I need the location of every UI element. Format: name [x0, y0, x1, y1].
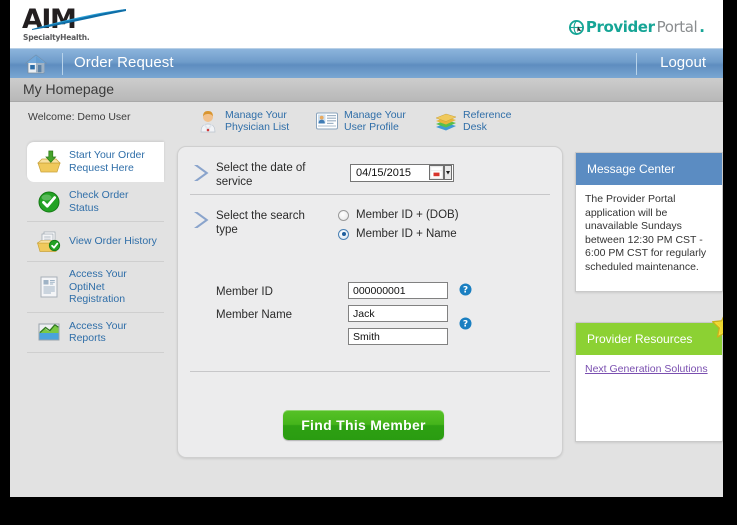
aim-logo-tagline: SpecialtyHealth.	[23, 33, 90, 42]
member-search-form: Select the date of service 04/15/2015 Se…	[177, 146, 563, 458]
breadcrumb-bar: My Homepage	[10, 78, 723, 102]
date-of-service-label: Select the date of service	[216, 161, 336, 189]
star-icon	[710, 311, 723, 341]
reference-desk-icon	[434, 109, 458, 133]
help-icon[interactable]: ?	[459, 317, 472, 330]
sidebar-item-label: View Order History	[69, 235, 157, 248]
provider-resources-panel: Provider Resources Next Generation Solut…	[575, 322, 723, 442]
member-name-label: Member Name	[216, 308, 292, 322]
provider-portal-provider-text: Provider	[586, 18, 655, 36]
sidebar-item-start-order-request[interactable]: Start Your Order Request Here	[27, 142, 164, 182]
sidebar-item-optinet-registration[interactable]: Access Your OptiNet Registration	[27, 262, 164, 313]
globe-icon	[569, 20, 584, 35]
aim-swoosh-icon	[30, 8, 130, 32]
sidebar-item-label: Access Your OptiNet Registration	[69, 268, 157, 306]
provider-portal-period: .	[699, 18, 705, 36]
nav-divider-left	[62, 53, 63, 75]
quick-link-label: Reference Desk	[463, 109, 511, 133]
chevron-right-icon	[192, 163, 210, 183]
provider-resources-body: Next Generation Solutions	[576, 355, 722, 386]
message-center-title: Message Center	[576, 153, 722, 185]
provider-portal-logo: ProviderPortal.	[569, 17, 705, 37]
provider-resources-title: Provider Resources	[576, 323, 722, 355]
logo-bar: AIM SpecialtyHealth. ProviderPortal.	[10, 0, 723, 48]
help-icon[interactable]: ?	[459, 283, 472, 296]
welcome-strip: Welcome: Demo User Manage Your Physician…	[10, 103, 723, 140]
physician-icon	[196, 109, 220, 133]
welcome-message: Welcome: Demo User	[28, 111, 131, 123]
message-center-body: The Provider Portal application will be …	[576, 185, 722, 283]
reports-icon	[36, 320, 62, 344]
date-of-service-field[interactable]: 04/15/2015	[350, 164, 454, 182]
nav-divider-right	[636, 53, 637, 75]
form-divider-1	[190, 194, 550, 195]
sidebar-navigation: Start Your Order Request Here Check Orde…	[27, 142, 164, 353]
member-id-input[interactable]	[348, 282, 448, 299]
radio-label: Member ID + (DOB)	[356, 209, 459, 221]
form-divider-2	[190, 371, 550, 372]
calendar-dropdown-icon[interactable]	[429, 165, 452, 181]
breadcrumb: My Homepage	[23, 81, 114, 97]
quick-link-label: Manage Your Physician List	[225, 109, 289, 133]
order-request-icon	[36, 150, 62, 174]
sidebar-item-view-order-history[interactable]: View Order History	[27, 222, 164, 262]
radio-button[interactable]	[338, 229, 349, 240]
sidebar-item-access-reports[interactable]: Access Your Reports	[27, 313, 164, 353]
radio-button[interactable]	[338, 210, 349, 221]
quick-link-label: Manage Your User Profile	[344, 109, 406, 133]
message-center-panel: Message Center The Provider Portal appli…	[575, 152, 723, 292]
quick-link-manage-user-profile[interactable]: Manage Your User Profile	[315, 106, 406, 136]
page-title: Order Request	[74, 54, 174, 71]
sidebar-item-label: Check Order Status	[69, 189, 157, 214]
svg-text:?: ?	[463, 320, 468, 330]
sidebar-item-label: Access Your Reports	[69, 320, 157, 345]
main-navigation-bar: Order Request Logout	[10, 48, 723, 78]
sidebar-item-label: Start Your Order Request Here	[69, 149, 157, 174]
member-last-name-input[interactable]	[348, 328, 448, 345]
radio-member-id-dob[interactable]: Member ID + (DOB)	[338, 209, 459, 221]
home-icon[interactable]	[24, 53, 48, 75]
svg-text:?: ?	[463, 286, 468, 296]
aim-specialty-health-logo: AIM SpecialtyHealth.	[22, 6, 132, 44]
optinet-icon	[36, 275, 62, 299]
date-of-service-value: 04/15/2015	[351, 167, 429, 179]
order-history-icon	[36, 230, 62, 254]
radio-label: Member ID + Name	[356, 228, 457, 240]
chevron-right-icon	[192, 210, 210, 230]
page-frame: AIM SpecialtyHealth. ProviderPortal.	[10, 0, 723, 497]
member-first-name-input[interactable]	[348, 305, 448, 322]
radio-member-id-name[interactable]: Member ID + Name	[338, 228, 457, 240]
sidebar-item-check-order-status[interactable]: Check Order Status	[27, 182, 164, 222]
logout-button[interactable]: Logout	[660, 54, 706, 71]
search-type-label: Select the search type	[216, 209, 326, 237]
find-this-member-button[interactable]: Find This Member	[283, 410, 444, 440]
quick-link-manage-physician-list[interactable]: Manage Your Physician List	[196, 106, 289, 136]
next-generation-solutions-link[interactable]: Next Generation Solutions	[585, 363, 708, 375]
member-id-label: Member ID	[216, 285, 273, 299]
provider-portal-portal-text: Portal	[657, 18, 698, 36]
check-status-icon	[36, 190, 62, 214]
user-profile-icon	[315, 109, 339, 133]
quick-link-reference-desk[interactable]: Reference Desk	[434, 106, 511, 136]
